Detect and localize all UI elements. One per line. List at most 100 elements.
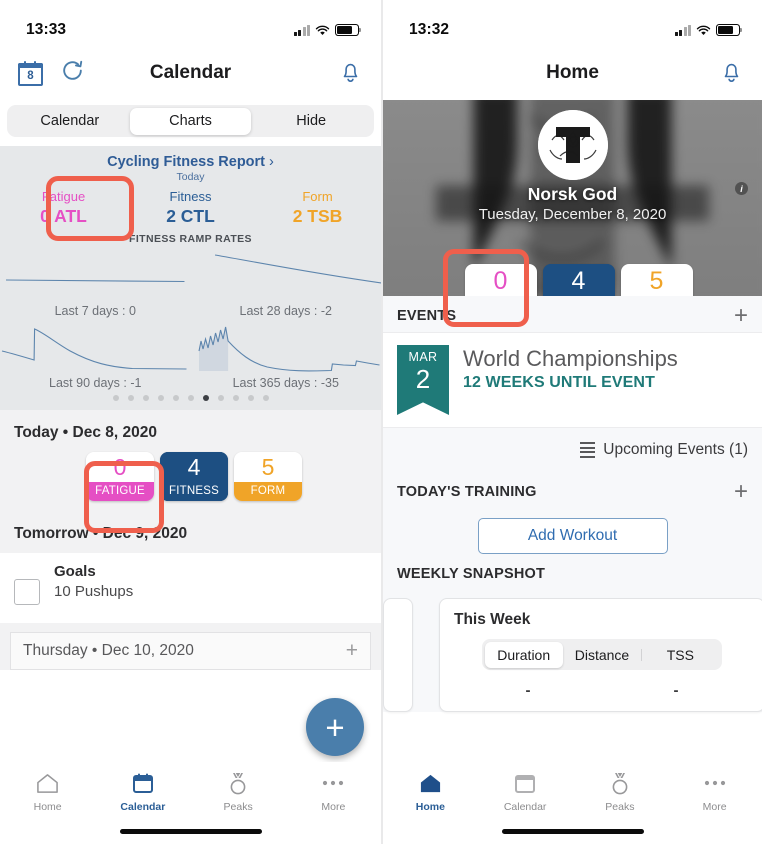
home-icon <box>418 770 443 796</box>
event-row[interactable]: MAR 2 World Championships 12 WEEKS UNTIL… <box>383 332 762 428</box>
peaks-ring-icon <box>609 770 631 796</box>
event-date-ribbon: MAR 2 <box>397 345 449 415</box>
metric-form-label: Form <box>302 189 333 204</box>
sparkline-90-days[interactable]: Last 90 days : -1 <box>0 319 191 391</box>
hero-metric-badges: 0 FATIGUE 4 FITNESS 5 FORM <box>383 264 762 296</box>
goals-card[interactable]: Goals 10 Pushups <box>0 553 381 623</box>
today-badges: 0 FATIGUE 4 FITNESS 5 FORM <box>0 442 381 523</box>
tab-more-label: More <box>702 801 727 813</box>
info-icon[interactable]: i <box>735 182 748 195</box>
add-training-button[interactable]: + <box>734 480 748 504</box>
screenshot-stage: 13:33 8 Calendar Calendar Charts Hide Cy… <box>0 0 762 844</box>
thursday-card[interactable]: Thursday • Dec 10, 2020 + <box>10 632 371 670</box>
today-title: Today • Dec 8, 2020 <box>14 424 157 441</box>
badge-form-today-value: 5 <box>234 452 302 482</box>
snapshot-value-2: - <box>673 682 679 699</box>
tab-home[interactable]: Home <box>0 770 95 844</box>
status-time-right: 13:32 <box>409 21 450 38</box>
bell-icon[interactable] <box>338 63 363 88</box>
metric-form-value: 2 TSB <box>292 206 343 226</box>
thursday-section: Thursday • Dec 10, 2020 + <box>0 623 381 670</box>
event-day: 2 <box>415 364 431 394</box>
cellular-signal-icon <box>674 24 691 36</box>
training-heading: TODAY'S TRAINING <box>397 484 537 500</box>
calendar-day-icon[interactable]: 8 <box>18 60 43 86</box>
view-segmented-control[interactable]: Calendar Charts Hide <box>7 105 374 137</box>
badge-fitness-home[interactable]: 4 FITNESS <box>542 264 615 296</box>
refresh-icon[interactable] <box>60 58 85 88</box>
highlight-box-fatigue-badge-home <box>443 249 529 327</box>
page-dots[interactable] <box>0 391 381 404</box>
add-workout-button[interactable]: Add Workout <box>477 518 668 554</box>
sparkline-365-days[interactable]: Last 365 days : -35 <box>191 319 382 391</box>
status-time: 13:33 <box>26 21 67 38</box>
sparkline-28-days[interactable]: Last 28 days : -2 <box>191 247 381 319</box>
list-icon <box>580 442 596 458</box>
sparkline-7-days[interactable]: Last 7 days : 0 <box>0 247 191 319</box>
tab-bar-right: Home Calendar Peaks More <box>383 762 762 844</box>
sparkline-7-caption: Last 7 days : 0 <box>54 304 136 318</box>
cellular-signal-icon <box>293 24 310 36</box>
hero-date: Tuesday, December 8, 2020 <box>478 206 667 223</box>
calendar-icon <box>131 770 155 796</box>
badge-fitness-today-label: FITNESS <box>160 482 228 501</box>
goals-heading: Goals <box>54 563 96 580</box>
badge-form-home[interactable]: 5 FORM <box>620 264 693 296</box>
add-event-button[interactable]: + <box>734 304 748 328</box>
goal-item-label: 10 Pushups <box>54 583 134 600</box>
thursday-title: Thursday • Dec 10, 2020 <box>23 642 194 659</box>
tab-more[interactable]: More <box>286 770 381 844</box>
snapshot-heading: WEEKLY SNAPSHOT <box>397 566 546 582</box>
sparkline-90-caption: Last 90 days : -1 <box>49 376 142 390</box>
tomorrow-title: Tomorrow • Dec 9, 2020 <box>14 525 188 542</box>
snapshot-tab-duration[interactable]: Duration <box>484 641 563 668</box>
tab-peaks-label: Peaks <box>223 801 253 813</box>
metric-fitness-value: 2 CTL <box>166 206 215 226</box>
metric-fitness-label: Fitness <box>169 189 212 204</box>
snapshot-section-header: WEEKLY SNAPSHOT <box>383 554 762 590</box>
view-segmented-control-wrap: Calendar Charts Hide <box>0 100 381 146</box>
snapshot-tab-distance[interactable]: Distance <box>563 642 641 668</box>
report-title: Cycling Fitness Report <box>107 154 266 170</box>
status-bar-left: 13:33 <box>0 0 381 46</box>
highlight-box-fatigue-metric <box>46 176 134 241</box>
battery-icon <box>716 24 743 36</box>
segment-charts[interactable]: Charts <box>130 107 251 135</box>
metric-fitness[interactable]: Fitness 2 CTL <box>127 189 254 227</box>
more-dots-icon <box>703 770 727 796</box>
highlight-box-fatigue-badge-today <box>84 461 164 533</box>
badge-form-today[interactable]: 5 FORM <box>234 452 302 501</box>
athlete-hero-banner: Norsk God Tuesday, December 8, 2020 i 0 … <box>383 100 762 296</box>
tab-calendar-label: Calendar <box>120 801 166 813</box>
snapshot-card-this-week[interactable]: This Week Duration Distance TSS - - <box>439 598 762 712</box>
tomorrow-section: Tomorrow • Dec 9, 2020 <box>0 523 381 553</box>
add-fab-button[interactable]: + <box>306 698 364 756</box>
goal-checkbox[interactable] <box>14 579 40 605</box>
more-dots-icon <box>321 770 345 796</box>
tab-home[interactable]: Home <box>383 770 478 844</box>
upcoming-events-link[interactable]: Upcoming Events (1) <box>383 428 762 472</box>
snapshot-tab-tss[interactable]: TSS <box>641 642 719 668</box>
segment-calendar[interactable]: Calendar <box>10 108 131 135</box>
wifi-icon <box>696 25 711 36</box>
snapshot-metric-tabs[interactable]: Duration Distance TSS <box>482 639 722 670</box>
avatar[interactable] <box>537 110 608 180</box>
home-indicator <box>501 829 644 834</box>
bell-icon[interactable] <box>719 63 744 88</box>
tab-more[interactable]: More <box>667 770 762 844</box>
snapshot-values: - - <box>454 682 750 699</box>
snapshot-carousel[interactable]: This Week Duration Distance TSS - - <box>383 590 762 712</box>
thursday-add-icon[interactable]: + <box>346 640 358 661</box>
events-section-header: EVENTS + <box>383 296 762 332</box>
badge-fitness-home-value: 4 <box>542 264 615 296</box>
sparkline-28-caption: Last 28 days : -2 <box>239 304 332 318</box>
tab-home-label: Home <box>33 801 62 813</box>
badge-fitness-today[interactable]: 4 FITNESS <box>160 452 228 501</box>
metric-form[interactable]: Form 2 TSB <box>254 189 381 227</box>
today-section: Today • Dec 8, 2020 0 FATIGUE 4 FITNESS … <box>0 410 381 523</box>
left-phone-screen: 13:33 8 Calendar Calendar Charts Hide Cy… <box>0 0 381 844</box>
segment-hide[interactable]: Hide <box>251 108 372 135</box>
report-title-row[interactable]: Cycling Fitness Report › <box>0 154 381 170</box>
tab-home-label: Home <box>415 801 445 813</box>
snapshot-card-prev[interactable] <box>383 598 413 712</box>
